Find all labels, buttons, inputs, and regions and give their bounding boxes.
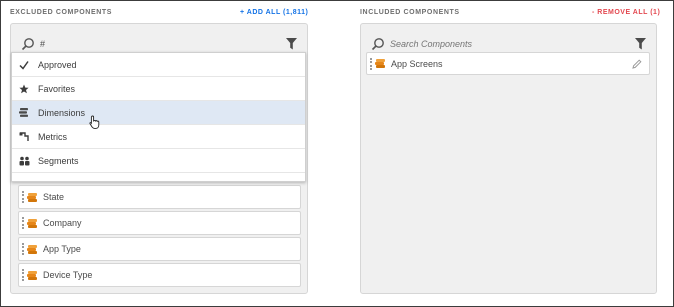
metric-icon	[18, 131, 30, 143]
dimension-icon	[27, 218, 37, 228]
list-item[interactable]: State	[18, 185, 301, 209]
filter-icon[interactable]	[286, 38, 297, 50]
segment-icon	[18, 155, 30, 167]
star-icon	[18, 83, 30, 95]
list-item-label: Device Type	[43, 270, 93, 280]
add-all-link[interactable]: + ADD ALL (1,811)	[240, 9, 308, 16]
dimension-icon	[18, 107, 30, 119]
remove-all-link[interactable]: - REMOVE ALL (1)	[592, 9, 660, 16]
dropdown-item-label: Segments	[38, 155, 79, 166]
dimension-icon	[27, 270, 37, 280]
drag-handle[interactable]	[22, 217, 24, 229]
included-components-header: INCLUDED COMPONENTS	[360, 9, 460, 16]
pencil-icon[interactable]	[632, 59, 642, 69]
included-list-item[interactable]: App Screens	[366, 52, 650, 75]
dimension-icon	[27, 192, 37, 202]
excluded-search-input[interactable]	[40, 36, 240, 52]
dropdown-item-label: Approved	[38, 59, 77, 70]
drag-handle[interactable]	[22, 191, 24, 203]
dimension-icon	[375, 59, 385, 68]
dropdown-item-approved[interactable]: Approved	[12, 53, 305, 77]
filter-icon[interactable]	[635, 38, 646, 50]
dropdown-item-dimensions[interactable]: Dimensions	[12, 101, 305, 129]
included-search-input[interactable]	[390, 36, 590, 52]
filter-dropdown: Approved Favorites Dimensions Metrics Se…	[11, 52, 306, 182]
list-item[interactable]: Device Type	[18, 263, 301, 287]
list-item-label: State	[43, 192, 65, 202]
list-item-label: Company	[43, 218, 82, 228]
drag-handle[interactable]	[22, 243, 24, 255]
list-item[interactable]: App Type	[18, 237, 301, 261]
dropdown-item-label: Metrics	[38, 131, 67, 142]
checkmark-icon	[18, 59, 30, 71]
search-icon	[21, 38, 34, 51]
list-item[interactable]: Company	[18, 211, 301, 235]
list-item-label: App Screens	[391, 58, 443, 69]
dropdown-item-label: Dimensions	[38, 107, 86, 118]
drag-handle[interactable]	[370, 57, 372, 70]
dropdown-item-label: Favorites	[38, 83, 76, 94]
drag-handle[interactable]	[22, 269, 24, 281]
dropdown-item-favorites[interactable]: Favorites	[12, 77, 305, 101]
dropdown-item-metrics[interactable]: Metrics	[12, 125, 305, 149]
search-icon	[371, 38, 384, 51]
dimension-icon	[27, 244, 37, 254]
dropdown-item-segments[interactable]: Segments	[12, 149, 305, 173]
list-item-label: App Type	[43, 244, 81, 254]
excluded-components-header: EXCLUDED COMPONENTS	[10, 9, 113, 16]
